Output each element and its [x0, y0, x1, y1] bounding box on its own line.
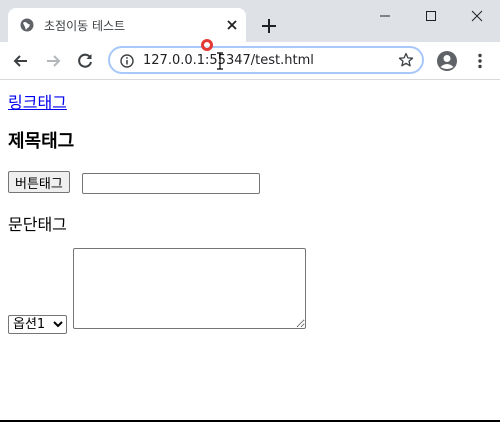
option-select[interactable]: 옵션1	[8, 315, 67, 334]
globe-icon	[20, 18, 34, 32]
page-heading: 제목태그	[8, 131, 75, 152]
click-indicator	[201, 39, 213, 51]
minimize-button[interactable]	[362, 0, 408, 32]
paragraph-tag: 문단태그	[8, 215, 67, 234]
more-menu-icon[interactable]	[470, 51, 490, 71]
minimize-icon	[380, 15, 390, 17]
info-icon[interactable]	[120, 54, 134, 68]
close-window-button[interactable]	[454, 0, 500, 32]
close-tab-icon[interactable]	[225, 18, 239, 32]
link-tag[interactable]: 링크태그	[8, 89, 67, 113]
reload-icon[interactable]	[75, 51, 95, 71]
address-url[interactable]: 127.0.0.1:55347/test.html	[143, 53, 314, 68]
new-tab-icon[interactable]	[259, 16, 279, 36]
textarea-field[interactable]	[73, 248, 306, 329]
forward-arrow-icon[interactable]	[43, 51, 63, 71]
tab-title: 초점이동 테스트	[44, 19, 126, 33]
browser-titlebar: 초점이동 테스트	[0, 0, 500, 42]
close-window-icon	[471, 10, 483, 22]
text-input[interactable]	[82, 173, 260, 194]
browser-tab[interactable]: 초점이동 테스트	[8, 8, 246, 42]
profile-avatar-icon[interactable]	[436, 50, 458, 72]
browser-toolbar: 127.0.0.1:55347/test.html	[0, 42, 500, 80]
address-bar[interactable]: 127.0.0.1:55347/test.html	[108, 46, 424, 74]
maximize-button[interactable]	[408, 0, 454, 32]
button-tag[interactable]: 버튼태그	[8, 171, 70, 193]
page-content: 링크태그 제목태그 버튼태그 문단태그 옵션1	[0, 80, 500, 420]
maximize-icon	[426, 11, 436, 21]
back-arrow-icon[interactable]	[11, 51, 31, 71]
bookmark-star-icon[interactable]	[398, 52, 414, 68]
text-cursor-icon	[217, 52, 223, 70]
